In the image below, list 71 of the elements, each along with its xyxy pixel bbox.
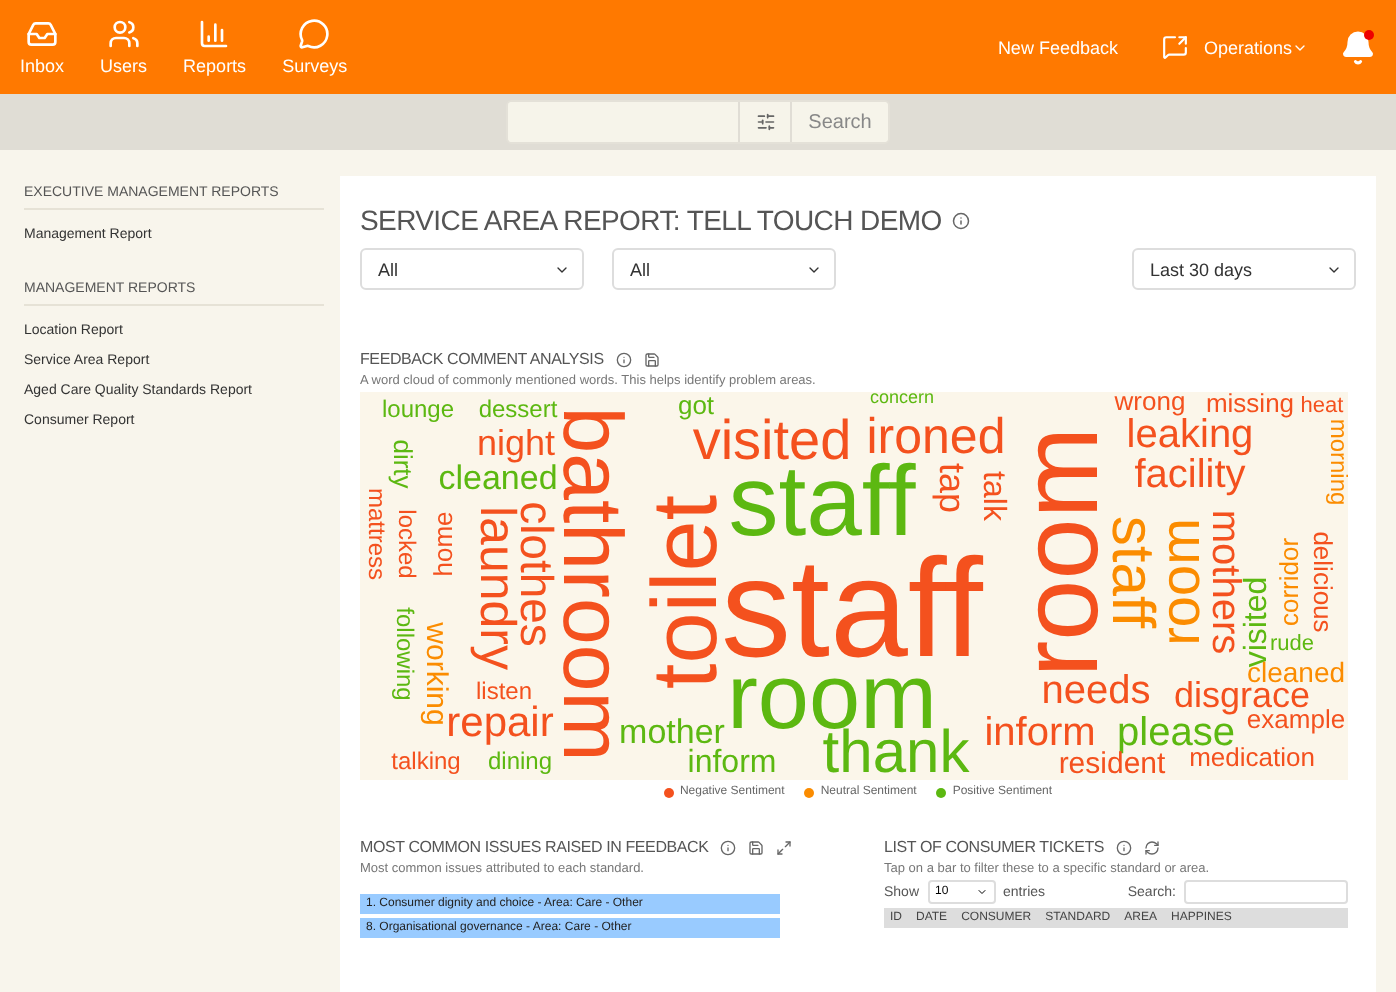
users-icon <box>107 18 140 50</box>
cloud-word: rude <box>1269 635 1315 653</box>
bar-chart-icon <box>198 18 231 50</box>
cloud-word: visited <box>692 419 852 461</box>
cloud-word: cleaned <box>438 467 558 493</box>
cloud-word: missing <box>1205 394 1295 414</box>
cloud-word: staff <box>1107 515 1153 629</box>
cloud-word: room <box>1018 426 1102 678</box>
info-icon[interactable] <box>951 211 970 229</box>
notification-bell-icon[interactable] <box>1340 29 1376 65</box>
cloud-word: room <box>727 661 937 731</box>
cloud-word: locked <box>397 509 415 579</box>
table-search-field[interactable] <box>1184 880 1348 904</box>
cloud-word: needs <box>1041 677 1151 707</box>
cloud-word: listen <box>476 683 532 701</box>
cloud-word: night <box>476 430 556 458</box>
cloud-word: bathroom <box>560 406 624 762</box>
cloud-word: corridor <box>1280 537 1300 627</box>
cloud-word: talking <box>391 753 461 771</box>
cloud-word: dining <box>487 753 553 771</box>
cloud-word: ironed <box>866 419 1006 457</box>
cloud-word: home <box>434 511 454 577</box>
filter-dropdown[interactable]: All <box>612 248 836 290</box>
report-title: SERVICE AREA REPORT: TELL TOUCH DEMO <box>360 204 942 236</box>
cloud-word: facility <box>1134 461 1246 491</box>
cloud-word: please <box>1117 719 1235 749</box>
cloud-word: disgrace <box>1173 682 1311 710</box>
cloud-word: following <box>395 607 413 701</box>
cloud-word: mattress <box>367 488 385 580</box>
cloud-word: dessert <box>478 401 558 419</box>
chat-bubble-icon <box>298 18 331 50</box>
save-icon[interactable] <box>748 839 765 855</box>
cloud-word: working <box>424 622 448 726</box>
cloud-word: heat <box>1300 397 1344 415</box>
refresh-icon[interactable] <box>1144 839 1161 855</box>
cloud-word: lounge <box>381 401 455 419</box>
cloud-word: inform <box>687 752 777 776</box>
date-range-dropdown[interactable]: Last 30 days <box>1132 248 1356 290</box>
cloud-word: mother <box>619 721 725 747</box>
cloud-word: dirty <box>392 439 412 489</box>
cloud-word: talk <box>980 471 1004 521</box>
cloud-word: clothes <box>518 501 554 647</box>
cloud-word: repair <box>446 708 554 740</box>
section-title: FEEDBACK COMMENT ANALYSIS <box>360 350 604 368</box>
cloud-word: delicious <box>1312 531 1332 633</box>
feedback-icon[interactable] <box>1161 34 1188 60</box>
cloud-word: got <box>677 396 715 416</box>
cloud-word: staff <box>728 464 916 540</box>
section-title: MOST COMMON ISSUES RAISED IN FEEDBACK <box>360 838 709 856</box>
expand-icon[interactable] <box>776 839 793 855</box>
info-icon[interactable] <box>615 351 632 367</box>
save-icon[interactable] <box>643 351 660 367</box>
cloud-word: tap <box>936 462 964 514</box>
cloud-word: wrong <box>1114 392 1186 412</box>
cloud-word: example <box>1246 710 1346 730</box>
cloud-word: room <box>1159 518 1201 646</box>
filter-dropdown[interactable]: All <box>360 248 584 290</box>
caret-icon <box>975 886 988 898</box>
cloud-word: staff <box>721 555 983 661</box>
info-icon[interactable] <box>1116 839 1133 855</box>
info-icon[interactable] <box>720 839 737 855</box>
cloud-word: concern <box>869 392 935 405</box>
cloud-word: thank <box>822 731 970 777</box>
section-title: LIST OF CONSUMER TICKETS <box>884 838 1105 856</box>
cloud-word: toilet <box>649 494 719 690</box>
cloud-word: leaking <box>1126 421 1254 451</box>
cloud-word: morning <box>1329 418 1347 506</box>
cloud-word: mothers <box>1209 509 1239 655</box>
inbox-icon <box>26 18 59 50</box>
cloud-word: resident <box>1058 752 1166 776</box>
cloud-word: inform <box>984 719 1096 749</box>
